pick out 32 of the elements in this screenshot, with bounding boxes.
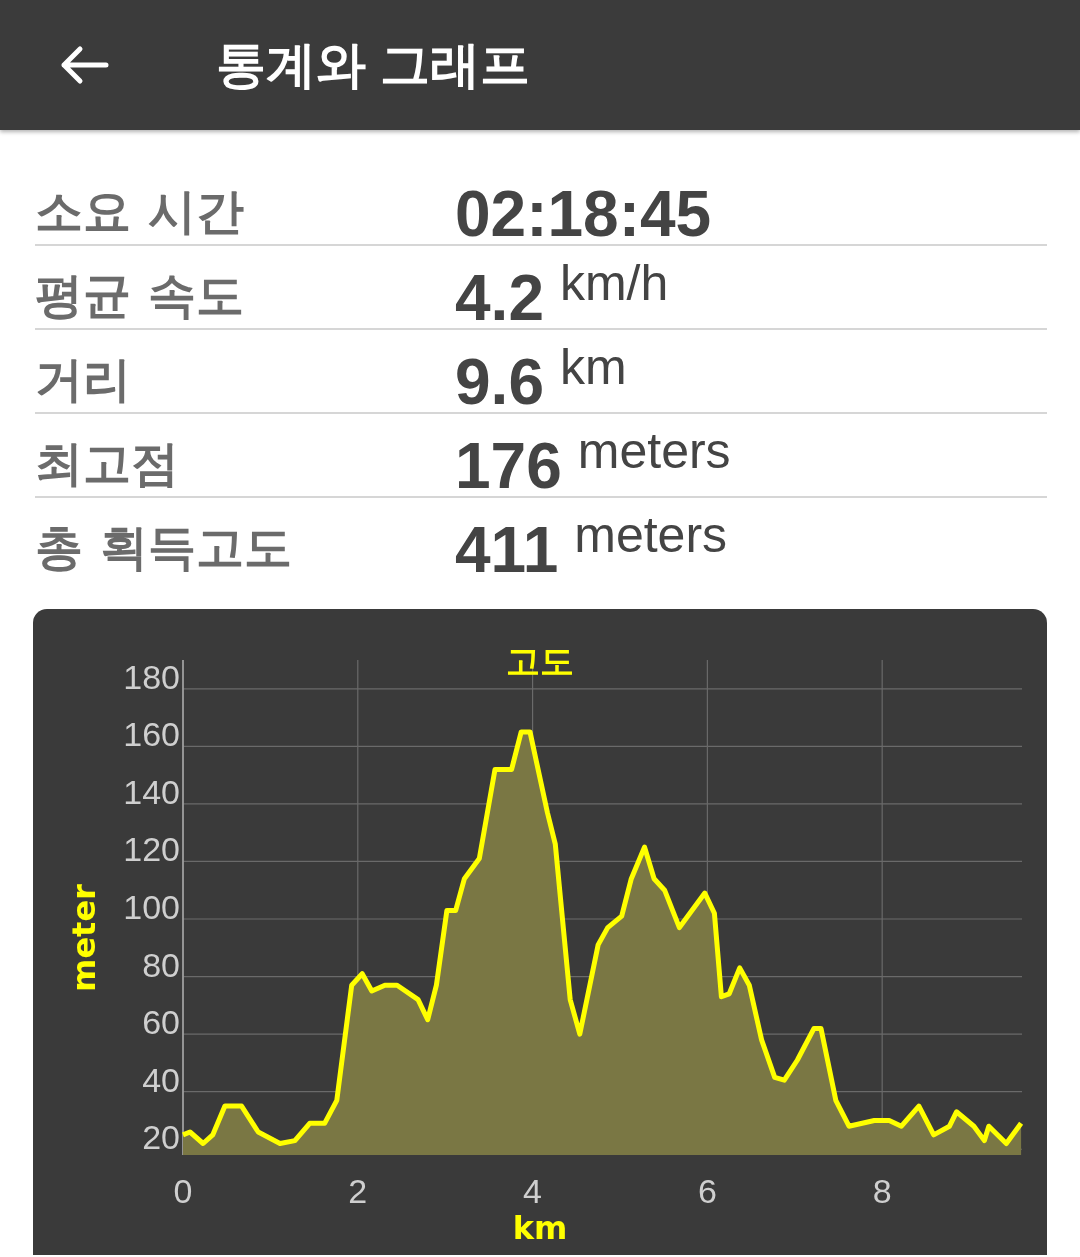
stat-unit: km/h — [559, 258, 669, 308]
y-tick-label: 80 — [142, 945, 180, 984]
y-tick-label: 100 — [123, 888, 180, 926]
stat-value: 176 — [455, 434, 562, 498]
screen-title: 통계와 그래프 — [216, 35, 530, 95]
y-tick-label: 120 — [123, 830, 180, 869]
x-axis-title: km — [512, 1209, 568, 1247]
x-tick-label: 0 — [173, 1172, 193, 1210]
stat-label: 평균 속도 — [35, 266, 245, 325]
stat-label: 최고점 — [35, 434, 180, 493]
stat-unit: km — [559, 342, 627, 392]
stat-label: 소요 시간 — [35, 182, 245, 241]
stat-value: 4.2 — [455, 266, 544, 330]
x-tick-label: 8 — [872, 1172, 892, 1210]
y-tick-label: 40 — [142, 1060, 180, 1099]
x-tick-label: 6 — [697, 1172, 717, 1210]
stat-value: 9.6 — [455, 350, 544, 414]
stat-label: 총 획득고도 — [35, 518, 293, 577]
x-tick-label: 2 — [348, 1172, 368, 1210]
y-tick-label: 20 — [142, 1118, 180, 1157]
chart-title: 고도 — [506, 641, 574, 681]
stat-value: 411 — [455, 518, 559, 582]
x-tick-label: 4 — [523, 1172, 543, 1210]
stat-unit: meters — [577, 426, 731, 476]
stat-unit: meters — [574, 510, 728, 560]
y-tick-label: 160 — [123, 715, 180, 754]
y-tick-label: 140 — [123, 772, 180, 811]
y-tick-label: 180 — [123, 657, 180, 696]
stat-label: 거리 — [35, 350, 132, 409]
y-tick-label: 60 — [142, 1003, 180, 1042]
y-axis-title: meter — [65, 884, 103, 992]
stat-value: 02:18:45 — [455, 182, 712, 246]
